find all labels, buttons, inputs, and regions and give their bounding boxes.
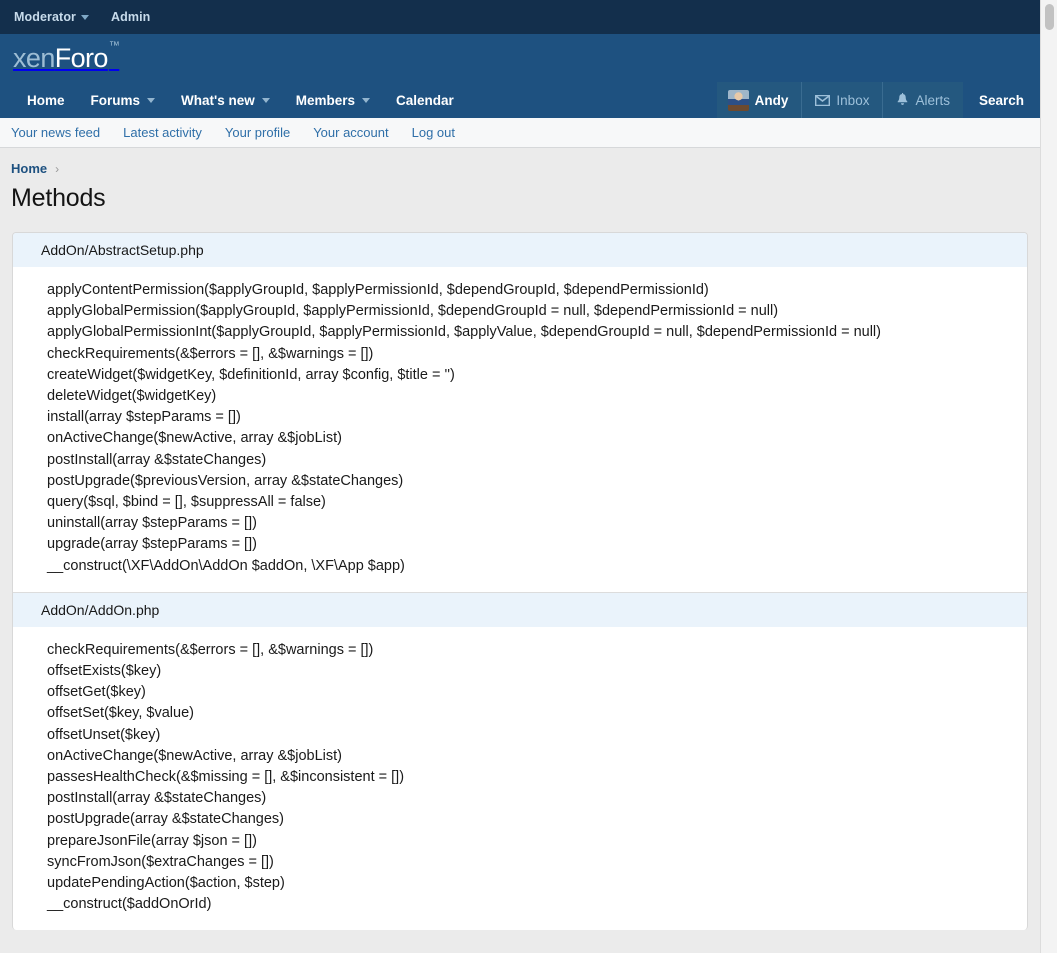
nav-item-label: Members [295,92,356,108]
account-subnav: Your news feed Latest activity Your prof… [0,118,1040,148]
method-signature: offsetExists($key) [47,663,162,680]
method-signature: applyContentPermission($applyGroupId, $a… [47,282,709,298]
block-file-header: AddOn/AbstractSetup.php [13,233,1027,267]
method-signature: onActiveChange($newActive, array &$jobLi… [47,747,342,764]
method-signature: updatePendingAction($action, $step) [47,875,285,892]
nav-item-calendar[interactable]: Calendar [383,82,467,118]
admin-topbar: Moderator Admin [0,0,1040,34]
alerts-label: Alerts [915,92,950,108]
breadcrumb-separator-icon: › [55,161,60,176]
breadcrumb-region: Home › [0,148,1040,176]
method-signature: applyGlobalPermissionInt($applyGroupId, … [47,324,881,341]
nav-item-home[interactable]: Home [14,82,78,118]
block-method-list: checkRequirements(&$errors = [], &$warni… [13,627,1027,931]
block-file-name: AddOn/AddOn.php [41,601,160,618]
inbox-label: Inbox [836,92,870,108]
nav-secondary-items: Andy Inbox Alerts Search [716,82,1040,118]
content-region: AddOn/AbstractSetup.php applyContentPerm… [0,213,1040,931]
method-signature: deleteWidget($widgetKey) [47,388,217,405]
search-label: Search [978,92,1024,108]
block-file-name: AddOn/AbstractSetup.php [41,242,204,258]
method-signature: syncFromJson($extraChanges = []) [47,853,274,870]
block-file-header: AddOn/AddOn.php [13,592,1027,627]
browser-page: Moderator Admin xenForo™ Home Forums Wha… [0,0,1057,953]
nav-item-label: Home [27,92,65,108]
method-signature: checkRequirements(&$errors = [], &$warni… [47,641,374,658]
method-signature: query($sql, $bind = [], $suppressAll = f… [47,494,326,511]
nav-item-label: Forums [90,92,141,108]
topbar-item-admin[interactable]: Admin [111,10,150,24]
visitor-username: Andy [754,92,789,108]
avatar [727,89,749,111]
inbox-link[interactable]: Inbox [802,82,884,118]
method-signature: prepareJsonFile(array $json = []) [47,832,257,849]
subnav-item-latest-activity[interactable]: Latest activity [123,125,202,140]
bell-icon [896,93,909,107]
chevron-down-icon[interactable] [147,97,156,103]
method-signature: passesHealthCheck(&$missing = [], &$inco… [47,769,405,786]
subnav-item-log-out[interactable]: Log out [412,125,455,140]
method-signature: createWidget($widgetKey, $definitionId, … [47,366,455,383]
chevron-down-icon [81,14,90,20]
nav-item-forums[interactable]: Forums [78,82,169,118]
method-signature: offsetSet($key, $value) [47,705,194,722]
chevron-down-icon[interactable] [362,97,371,103]
visitor-account-link[interactable]: Andy [717,82,803,118]
method-signature: applyGlobalPermission($applyGroupId, $ap… [47,303,779,320]
nav-item-whats-new[interactable]: What's new [168,82,283,118]
topbar-item-label: Moderator [14,10,77,24]
method-signature: postInstall(array &$stateChanges) [47,451,267,468]
alerts-link[interactable]: Alerts [883,82,963,118]
subnav-item-your-account[interactable]: Your account [313,125,388,140]
methods-card: AddOn/AbstractSetup.php applyContentPerm… [12,232,1028,931]
breadcrumb-item-home[interactable]: Home [11,161,47,176]
method-signature: __construct($addOnOrId) [47,896,212,913]
nav-primary-items: Home Forums What's new Members Calendar [0,82,467,118]
nav-item-label: What's new [181,92,255,108]
page-title: Methods [11,184,106,212]
method-signature: offsetUnset($key) [47,726,161,743]
scrollbar-thumb[interactable] [1045,4,1054,30]
logo-text-primary: xen [13,42,55,73]
envelope-icon [815,94,831,106]
method-signature: upgrade(array $stepParams = []) [47,536,257,553]
method-signature: offsetGet($key) [47,684,146,701]
logo-text-secondary: Foro [54,42,109,73]
method-block: AddOn/AddOn.php checkRequirements(&$erro… [13,591,1027,931]
vertical-scrollbar[interactable] [1040,0,1057,953]
block-method-list: applyContentPermission($applyGroupId, $a… [13,267,1027,592]
method-signature: postUpgrade(array &$stateChanges) [47,811,284,828]
subnav-item-your-profile[interactable]: Your profile [225,125,290,140]
method-signature: __construct(\XF\AddOn\AddOn $addOn, \XF\… [47,557,405,574]
method-signature: checkRequirements(&$errors = [], &$warni… [47,345,374,362]
topbar-item-moderator[interactable]: Moderator [14,10,90,24]
search-button[interactable]: Search [963,82,1040,118]
page-viewport: Moderator Admin xenForo™ Home Forums Wha… [0,0,1040,953]
method-signature: onActiveChange($newActive, array &$jobLi… [47,430,342,447]
method-signature: postInstall(array &$stateChanges) [47,790,267,807]
site-logo[interactable]: xenForo™ [13,40,120,73]
breadcrumb: Home › [11,161,1040,176]
main-navigation: Home Forums What's new Members Calendar [0,82,1040,118]
brand-band: xenForo™ [0,34,1040,82]
nav-item-label: Calendar [396,92,454,108]
method-signature: uninstall(array $stepParams = []) [47,515,257,532]
topbar-item-label: Admin [111,10,151,24]
method-signature: postUpgrade($previousVersion, array &$st… [47,472,404,489]
method-block: AddOn/AbstractSetup.php applyContentPerm… [13,233,1027,592]
visitor-menu-group: Andy Inbox Alerts [716,82,963,118]
method-signature: install(array $stepParams = []) [47,409,241,426]
chevron-down-icon[interactable] [261,97,270,103]
trademark-symbol: ™ [108,39,120,52]
nav-item-members[interactable]: Members [283,82,383,118]
subnav-item-your-news-feed[interactable]: Your news feed [11,125,100,140]
